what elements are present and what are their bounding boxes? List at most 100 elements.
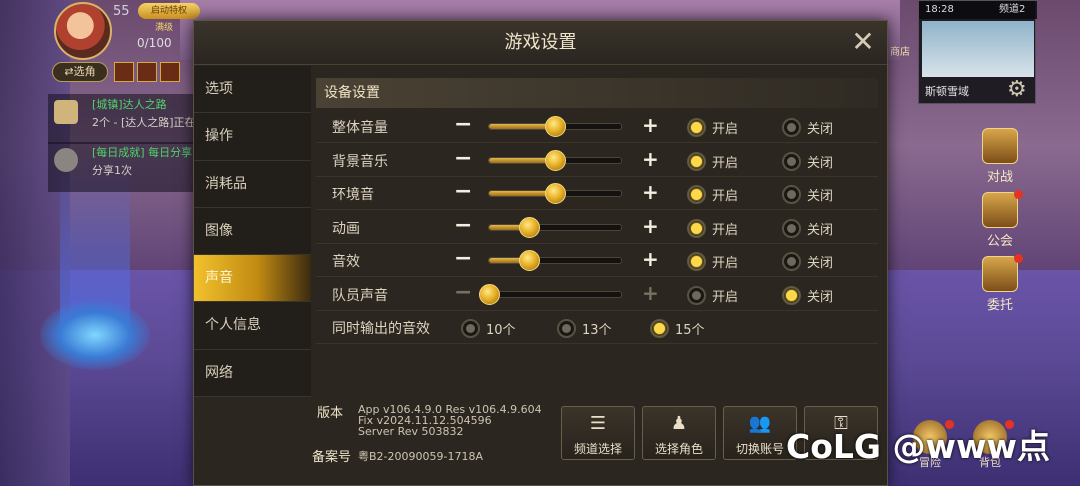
radio-dot [687,252,706,271]
quest-subtitle: 分享1次 [92,164,132,177]
guild-label: 公会 [986,234,1013,249]
volume-slider[interactable] [488,183,622,204]
tab-options[interactable]: 选项 [194,66,311,114]
slider-handle[interactable] [545,183,566,204]
row-label: 整体音量 [332,120,388,136]
radio-label: 关闭 [807,155,834,171]
tab-network[interactable]: 网络 [194,350,311,398]
tab-sound[interactable]: 声音 [194,255,311,303]
record-number: 粤B2-20090059-1718A [358,450,483,463]
radio-dot [782,118,801,137]
radio-dot [557,319,576,338]
radio-dot [687,285,706,305]
record-label: 备案号 [312,450,352,465]
sound-row: 音效 − + 开启 关闭 [316,244,878,277]
dialog-title: 游戏设置 [194,21,887,65]
decrease-button[interactable]: − [454,147,472,169]
switch-role-button[interactable]: ⇄选角 [52,62,108,82]
radio-dot [461,319,480,338]
slider-handle[interactable] [479,283,500,305]
version-line: Server Rev 503832 [358,425,464,438]
quest-tracker-item[interactable]: [城镇]达人之路 2个 - [达人之路]正在 [48,94,196,144]
watermark: CoLG @www点 [786,427,1050,466]
increase-button[interactable]: + [642,115,659,135]
row-label: 动画 [332,220,360,237]
shop-label[interactable]: 商店 [890,43,910,58]
commission-label: 委托 [986,298,1013,313]
channel-label: 频道2 [999,4,1026,15]
people-icon [54,148,78,172]
decrease-button[interactable]: − [454,248,472,270]
close-icon[interactable]: ✕ [849,28,877,57]
minimap[interactable]: 18:28 频道2 斯顿雪域 ⚙ [918,0,1037,104]
slider-handle[interactable] [545,116,566,137]
tab-consumables[interactable]: 消耗品 [194,161,311,208]
dialog-footer: 版本 App v106.4.9.0 Res v106.4.9.604 Fix v… [194,396,887,486]
radio-dot [782,218,801,238]
row-label: 同时输出的音效 [332,321,430,337]
radio-dot [782,285,801,305]
portal [40,300,150,370]
person-icon: ♟ [670,413,688,434]
radio-label: 关闭 [807,222,834,238]
volume-slider[interactable] [488,216,622,238]
guild-button[interactable]: 公会 [972,192,1028,249]
simultaneous-sfx-row: 同时输出的音效 10个 13个 15个 [316,311,878,344]
list-icon: ☰ [589,413,607,434]
tab-graphics[interactable]: 图像 [194,208,311,256]
radio-label: 15个 [675,323,705,338]
buff-icon[interactable] [114,62,134,82]
increase-button[interactable]: + [642,182,659,202]
version-text: App v106.4.9.0 Res v106.4.9.604 Fix v202… [358,404,542,437]
increase-button[interactable]: + [642,283,659,303]
tab-profile[interactable]: 个人信息 [194,302,311,350]
status-bar: 18:28 频道2 [919,1,1037,19]
fatigue-counter: 0/100 [137,36,172,50]
quest-tracker-item[interactable]: [每日成就] 每日分享 分享1次 [48,142,193,192]
radio-dot [650,319,669,338]
section-header: 设备设置 [316,78,878,108]
sound-row: 环境音 − + 开启 关闭 [316,177,878,210]
button-label: 频道选择 [573,442,622,456]
select-character-button[interactable]: ♟ 选择角色 [642,406,716,460]
decrease-button[interactable]: − [454,281,472,303]
radio-dot [687,185,706,204]
volume-slider[interactable] [488,250,622,271]
radio-dot [782,185,801,204]
radio-label: 开启 [712,222,739,238]
sound-row: 队员声音 − + 开启 关闭 [316,278,878,311]
shield-icon [982,192,1018,228]
vip-badge[interactable]: 启动特权 [138,3,200,19]
decrease-button[interactable]: − [454,114,472,136]
notification-dot [1014,190,1023,199]
increase-button[interactable]: + [642,249,659,269]
buff-icon[interactable] [160,62,180,82]
buff-icon[interactable] [137,62,157,82]
volume-slider[interactable] [488,116,622,137]
increase-button[interactable]: + [642,149,659,169]
decrease-button[interactable]: − [454,214,472,236]
scroll-icon [54,100,78,124]
slider-handle[interactable] [518,216,540,238]
pvp-label: 对战 [986,170,1013,185]
radio-label: 开启 [712,122,739,137]
volume-slider[interactable] [479,283,622,305]
player-avatar[interactable] [54,2,112,60]
tab-controls[interactable]: 操作 [194,113,311,161]
sound-settings-panel: 设备设置 整体音量 − + 开启 关闭 背景音乐 − + 开启 关闭 环境音 −… [316,76,882,361]
sound-row: 整体音量 − + 开启 关闭 [316,110,878,143]
radio-dot [782,252,801,271]
board-icon [982,256,1018,292]
increase-button[interactable]: + [642,216,659,236]
radio-label: 开启 [712,189,739,204]
volume-slider[interactable] [488,149,622,171]
commission-button[interactable]: 委托 [972,256,1028,313]
channel-select-button[interactable]: ☰ 频道选择 [561,406,635,460]
pvp-button[interactable]: 对战 [972,128,1028,185]
quest-subtitle: 2个 - [达人之路]正在 [92,116,196,129]
radio-label: 开启 [712,256,739,271]
gear-icon[interactable]: ⚙ [1007,77,1027,102]
slider-handle[interactable] [518,250,540,271]
slider-handle[interactable] [545,149,566,171]
decrease-button[interactable]: − [454,181,472,203]
